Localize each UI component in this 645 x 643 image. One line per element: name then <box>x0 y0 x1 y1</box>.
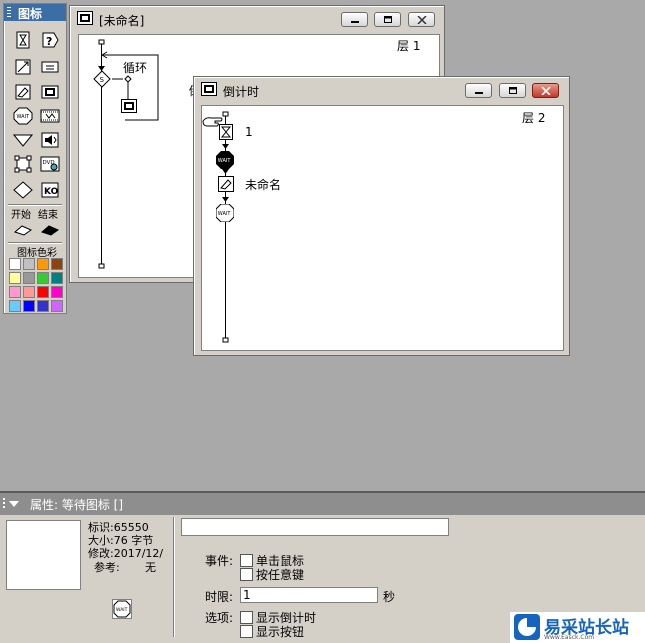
minimize-button[interactable] <box>465 83 492 98</box>
color-swatch-brown[interactable] <box>51 258 63 270</box>
icon-colors-label: 图标色彩 <box>17 248 57 259</box>
color-swatch-pink[interactable] <box>9 286 21 298</box>
color-swatch-sky-blue[interactable] <box>9 300 21 312</box>
display-icon[interactable] <box>12 30 34 50</box>
color-swatch-light-yellow[interactable] <box>9 272 21 284</box>
svg-text:WAIT: WAIT <box>218 211 232 217</box>
palette-title: 图标 <box>18 7 43 21</box>
close-button[interactable] <box>532 83 559 98</box>
interaction-question-icon[interactable]: ? <box>39 30 61 50</box>
calculation-icon[interactable] <box>39 57 61 77</box>
color-swatch-indigo[interactable] <box>37 300 49 312</box>
svg-text:S: S <box>100 76 105 84</box>
start-flag-icon[interactable] <box>12 220 34 240</box>
wait-icon[interactable]: WAIT <box>216 151 234 169</box>
countdown-flowline-canvas[interactable]: 层 2 1 WAIT 未命名 WAIT <box>201 105 564 351</box>
color-swatch-blue[interactable] <box>23 300 35 312</box>
countdown-window: 倒计时 层 2 1 WAIT 未命名 WAIT <box>193 76 570 356</box>
interaction-icon[interactable] <box>12 180 34 200</box>
end-flag-label: 结束 <box>38 210 58 221</box>
click-mouse-checkbox[interactable] <box>240 554 253 567</box>
color-swatch-violet[interactable] <box>51 300 63 312</box>
press-key-checkbox[interactable] <box>240 568 253 581</box>
icon-palette: 图标 ? WAIT DVD KO 开始 结束 图标色彩 <box>3 3 67 314</box>
movie-icon[interactable] <box>39 106 61 126</box>
color-swatch-white[interactable] <box>9 258 21 270</box>
calculation-icon-label: 未命名 <box>245 178 282 192</box>
svg-text:KO: KO <box>44 187 59 197</box>
svg-text:WAIT: WAIT <box>116 607 128 613</box>
options-label: 选项: <box>205 611 234 625</box>
wait-icon[interactable]: WAIT <box>112 599 132 619</box>
color-swatch-magenta[interactable] <box>51 286 63 298</box>
maximize-button[interactable] <box>374 12 401 27</box>
grip-icon[interactable] <box>7 7 11 18</box>
svg-text:WAIT: WAIT <box>218 158 232 164</box>
icon-title-field[interactable] <box>181 518 449 536</box>
map-icon <box>201 82 217 96</box>
start-flag-label: 开始 <box>11 210 31 221</box>
maximize-button[interactable] <box>499 83 526 98</box>
countdown-flowline <box>222 111 229 343</box>
display-icon-label: 1 <box>245 125 253 139</box>
main-window-titlebar[interactable]: [未命名] <box>73 9 441 29</box>
layer-label: 层 1 <box>397 39 421 53</box>
erase-icon[interactable] <box>12 82 34 102</box>
svg-text:?: ? <box>46 35 52 48</box>
color-swatch-orange[interactable] <box>37 258 49 270</box>
events-label: 事件: <box>205 554 234 568</box>
countdown-window-titlebar[interactable]: 倒计时 <box>197 80 566 100</box>
dvd-icon[interactable]: DVD <box>39 154 61 174</box>
reference-label: 参考: <box>94 561 120 574</box>
time-limit-label: 时限: <box>205 590 234 604</box>
layer-label: 层 2 <box>522 111 546 125</box>
svg-text:WAIT: WAIT <box>17 114 31 120</box>
divider <box>173 517 175 637</box>
color-swatch-red[interactable] <box>37 286 49 298</box>
collapse-arrow-icon[interactable] <box>3 497 23 511</box>
color-swatch-salmon[interactable] <box>23 286 35 298</box>
wait-icon[interactable]: WAIT <box>12 106 34 126</box>
seconds-label: 秒 <box>383 590 396 604</box>
palette-titlebar[interactable]: 图标 <box>4 4 66 21</box>
end-flag-icon[interactable] <box>39 220 61 240</box>
knowledge-object-icon[interactable]: KO <box>39 180 61 200</box>
map-icon <box>77 11 93 25</box>
logo-icon <box>514 614 540 640</box>
color-swatch-teal[interactable] <box>51 272 63 284</box>
sound-icon[interactable] <box>39 130 61 150</box>
show-button-checkbox[interactable] <box>240 625 253 638</box>
countdown-window-title: 倒计时 <box>223 85 260 99</box>
main-window-title: [未命名] <box>99 14 145 28</box>
color-swatch-green[interactable] <box>37 272 49 284</box>
icon-preview <box>6 520 81 590</box>
press-key-label: 按任意键 <box>256 568 305 582</box>
color-swatch-gray[interactable] <box>23 272 35 284</box>
site-watermark: 易采站长站 Www.Easck.Com <box>510 612 645 643</box>
reference-value: 无 <box>145 561 156 574</box>
show-button-label: 显示按钮 <box>256 625 305 639</box>
navigate-icon[interactable] <box>39 82 61 102</box>
brand-url: Www.Easck.Com <box>544 634 595 641</box>
time-limit-field[interactable]: 1 <box>240 587 378 603</box>
close-button[interactable] <box>408 12 435 27</box>
decision-icon[interactable] <box>12 130 34 150</box>
loop-label: 循环 <box>123 61 148 75</box>
calculation-icon[interactable] <box>218 176 234 192</box>
motion-icon[interactable] <box>12 57 34 77</box>
properties-header[interactable]: 属性: 等待图标 [] <box>0 491 645 515</box>
properties-title: 属性: 等待图标 [] <box>30 498 124 512</box>
decision-icon[interactable]: S <box>93 70 111 88</box>
map-icon[interactable] <box>121 99 137 113</box>
map-icon[interactable] <box>12 154 34 174</box>
hourglass-icon[interactable] <box>219 124 233 140</box>
minimize-button[interactable] <box>341 12 368 27</box>
color-swatch-silver[interactable] <box>23 258 35 270</box>
show-countdown-checkbox[interactable] <box>240 611 253 624</box>
wait-icon[interactable]: WAIT <box>216 204 234 222</box>
